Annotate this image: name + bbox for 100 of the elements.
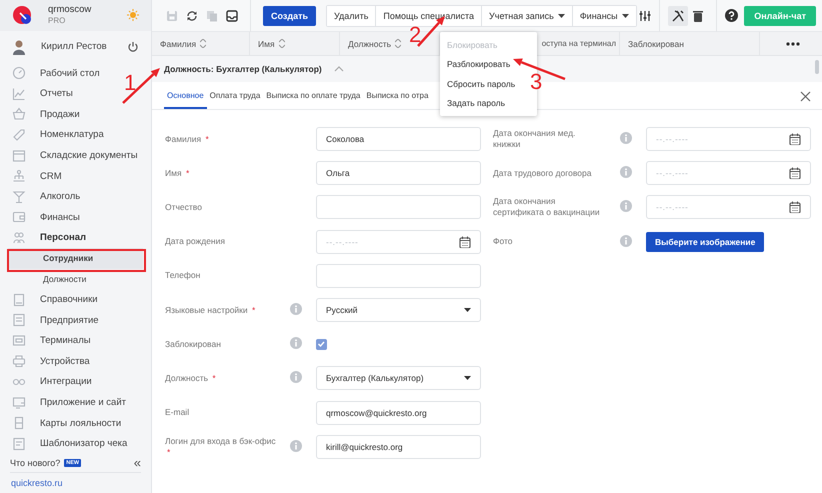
sidebar-subitem[interactable]: Сотрудники: [8, 248, 143, 269]
account-name: qrmoscow: [48, 4, 92, 16]
sidebar-item[interactable]: Складские документы: [0, 145, 144, 166]
caret-icon: [558, 14, 565, 18]
select-field[interactable]: Бухгалтер (Калькулятор): [316, 366, 481, 390]
group-header: Должность: Бухгалтер (Калькулятор): [164, 64, 322, 74]
wallet-icon: [12, 210, 26, 224]
sort-icon: [395, 39, 402, 48]
input-field[interactable]: Соколова: [316, 127, 481, 152]
plan-label: PRO: [48, 15, 66, 26]
input-field[interactable]: kirill@quickresto.org: [316, 434, 481, 459]
field-label: Заблокирован: [165, 338, 222, 350]
logo-icon: [12, 5, 32, 26]
sidebar-item[interactable]: Приложение и сайт: [0, 392, 132, 413]
create-button[interactable]: Создать: [263, 6, 316, 26]
arrow: [122, 68, 160, 104]
close-icon[interactable]: [800, 91, 811, 102]
trash-icon: [692, 10, 704, 22]
field-label: Отчество: [165, 202, 203, 213]
whats-new-link[interactable]: Что нового?: [10, 458, 60, 468]
sidebar-item[interactable]: Алкоголь: [0, 186, 86, 208]
step-number: 3: [530, 69, 542, 94]
tools-icon: [672, 10, 684, 22]
field-label: Дата рождения: [165, 236, 226, 248]
field-label: Дата трудового договора: [493, 168, 592, 179]
input-field[interactable]: Ольга: [316, 161, 481, 186]
sidebar-item[interactable]: CRM: [0, 166, 68, 186]
refresh-icon[interactable]: [186, 10, 198, 22]
monitor-icon: [12, 334, 26, 348]
sidebar-item[interactable]: Персонал: [0, 228, 92, 248]
checkbox[interactable]: [316, 338, 327, 350]
sidebar-item[interactable]: Карты лояльности: [0, 412, 128, 434]
step-number: 1: [124, 70, 136, 95]
menu-item[interactable]: Задать пароль: [440, 94, 510, 113]
field-label: Логин для входа в бэк-офис *: [165, 436, 277, 458]
toolbar-button[interactable]: Удалить: [327, 6, 376, 26]
site-link[interactable]: quickresto.ru: [10, 473, 141, 493]
field-label: Дата окончания мед. книжки: [493, 128, 576, 150]
sidebar-item[interactable]: Финансы: [0, 207, 86, 228]
sidebar-item[interactable]: Терминалы: [0, 330, 97, 352]
caret-icon: [464, 308, 471, 312]
field-label: Фото: [493, 236, 514, 248]
hierarchy-icon: [12, 169, 26, 184]
menu-item[interactable]: Сбросить пароль: [440, 74, 520, 94]
field-label: Фамилия *: [165, 134, 210, 145]
sidebar-item[interactable]: Устройства: [0, 351, 96, 372]
field-label: Должность *: [165, 372, 217, 384]
tab[interactable]: Основное: [164, 84, 207, 109]
sort-icon: [278, 39, 285, 48]
building-icon: [12, 313, 26, 328]
gauge-icon: [12, 66, 26, 80]
archive-icon: [12, 148, 26, 163]
power-icon[interactable]: [127, 40, 139, 53]
sidebar-item[interactable]: Шаблонизатор чека: [0, 433, 134, 454]
sidebar-item[interactable]: Рабочий стол: [0, 62, 106, 84]
column-header[interactable]: Фамилия: [152, 32, 250, 55]
sidebar-item[interactable]: Интеграции: [0, 372, 98, 392]
avatar: [12, 38, 26, 55]
field-label: Имя *: [165, 168, 190, 179]
sort-icon: [200, 39, 206, 48]
input-field[interactable]: [316, 264, 481, 288]
receipt-icon: [12, 436, 26, 451]
calendar-icon: [459, 236, 471, 248]
tag-icon: [12, 128, 26, 142]
sliders-icon[interactable]: [639, 10, 652, 22]
sidebar-item[interactable]: Продажи: [0, 104, 86, 125]
collapse-button[interactable]: «: [134, 458, 141, 468]
input-field[interactable]: qrmoscow@quickresto.org: [316, 400, 481, 425]
select-field[interactable]: Русский: [316, 298, 481, 322]
scrollbar-thumb[interactable]: [815, 60, 819, 74]
screen-icon: [12, 396, 26, 410]
tools-button[interactable]: [668, 6, 688, 26]
book-icon: [12, 292, 26, 307]
input-field[interactable]: [316, 195, 481, 220]
tab[interactable]: Выписка по оплате труда: [263, 84, 364, 109]
field-label: E-mail: [165, 407, 190, 418]
tab[interactable]: Оплата труда: [206, 84, 264, 109]
chart-icon: [12, 86, 26, 101]
calendar-icon: [789, 167, 801, 180]
sidebar-item[interactable]: Предприятие: [0, 310, 105, 330]
calendar-icon: [789, 201, 801, 214]
sidebar-item[interactable]: Номенклатура: [0, 124, 110, 146]
printer-icon: [12, 354, 26, 368]
user-name: Кирилл Рестов: [41, 41, 108, 52]
field-label: Дата окончания сертификата о вакцинации: [493, 196, 601, 218]
column-header[interactable]: Заблокирован: [620, 32, 760, 55]
card-icon: [12, 416, 26, 430]
inbox-icon[interactable]: [226, 10, 238, 22]
menu-item[interactable]: Разблокировать: [440, 54, 514, 74]
sidebar-item[interactable]: Отчеты: [0, 84, 79, 104]
more-icon[interactable]: [786, 42, 800, 46]
caret-icon: [464, 376, 471, 380]
caret-icon: [622, 14, 629, 18]
tab[interactable]: Выписка по отра: [363, 84, 432, 109]
help-icon[interactable]: [725, 9, 738, 22]
sidebar-subitem[interactable]: Должности: [8, 268, 143, 290]
calendar-icon: [789, 133, 801, 146]
sidebar-item[interactable]: Справочники: [0, 289, 104, 310]
choose-image-button[interactable]: Выберите изображение: [646, 232, 764, 252]
column-header[interactable]: Имя: [250, 32, 340, 55]
